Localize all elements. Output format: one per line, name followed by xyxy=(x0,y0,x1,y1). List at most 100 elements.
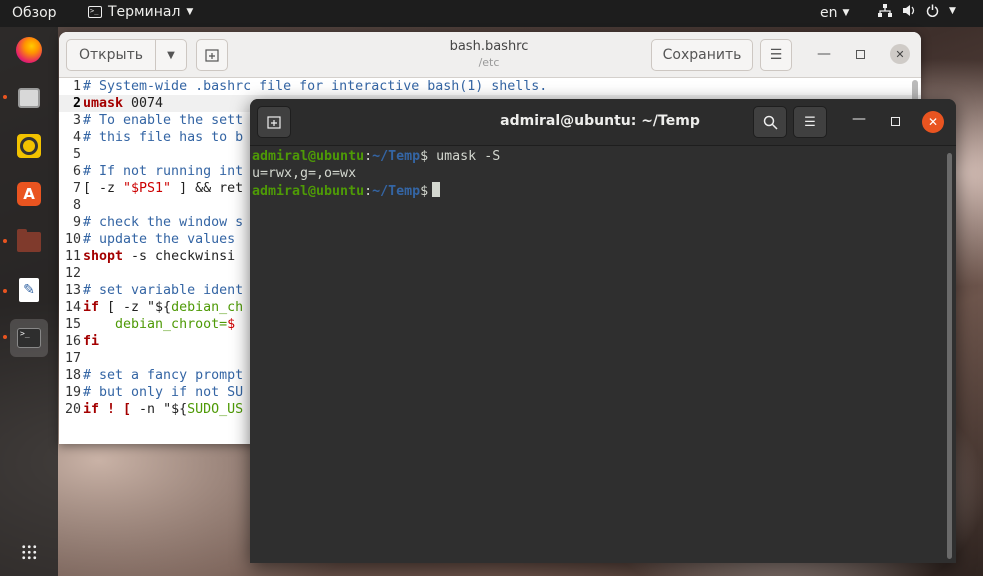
code-token: -n "${ xyxy=(131,402,188,417)
dock: A ✎ >_ xyxy=(0,27,58,576)
line-number: 9 xyxy=(72,215,81,230)
dock-firefox[interactable] xyxy=(10,31,48,69)
line-text: # To enable the sett xyxy=(81,113,243,128)
hamburger-menu-button[interactable]: ☰ xyxy=(793,106,827,138)
line-text xyxy=(81,266,83,281)
maximize-button[interactable] xyxy=(856,50,865,59)
code-token: SUDO_US xyxy=(187,402,244,417)
app-menu-label: Терминал xyxy=(108,4,181,20)
line-text: # check the window s xyxy=(81,215,243,230)
volume-icon xyxy=(903,5,915,16)
new-tab-button[interactable] xyxy=(196,39,228,71)
terminal-output[interactable]: admiral@ubuntu:~/Temp$ umask -S u=rwx,g=… xyxy=(250,146,956,563)
close-button[interactable]: ✕ xyxy=(922,111,944,133)
app-menu[interactable]: >_ Терминал ▼ xyxy=(88,4,193,20)
folder-icon xyxy=(17,229,41,252)
minimize-button[interactable]: — xyxy=(817,46,831,62)
terminal-title: admiral@ubuntu: ~/Temp xyxy=(500,113,700,129)
open-button[interactable]: Открыть xyxy=(66,39,156,71)
close-button[interactable]: ✕ xyxy=(890,44,910,64)
new-tab-button[interactable] xyxy=(257,106,291,138)
dock-folder[interactable] xyxy=(10,223,48,261)
chevron-down-icon: ▼ xyxy=(949,5,956,16)
system-menu[interactable]: ▼ xyxy=(878,4,956,17)
running-indicator xyxy=(3,335,7,339)
code-token: [ -z "${ xyxy=(99,300,172,315)
text-cursor xyxy=(432,182,441,197)
code-token: debian_ch xyxy=(171,300,244,315)
line-text: [ -z "$PS1" ] && ret xyxy=(81,181,243,196)
code-token: $ xyxy=(227,317,236,332)
language-label: en xyxy=(820,5,838,21)
chevron-down-icon: ▼ xyxy=(842,8,850,18)
prompt-path: ~/Temp xyxy=(372,149,421,164)
line-text: umask 0074 xyxy=(81,96,163,111)
file-name: bash.bashrc xyxy=(449,39,529,54)
language-indicator[interactable]: en ▼ xyxy=(820,5,849,21)
show-apps-icon xyxy=(21,544,37,560)
line-text: shopt -s checkwinsi xyxy=(81,249,235,264)
prompt-path: ~/Temp xyxy=(372,184,421,199)
dock-terminal[interactable]: >_ xyxy=(10,319,48,357)
line-text: # set variable ident xyxy=(81,283,243,298)
open-dropdown-button[interactable]: ▼ xyxy=(155,39,187,71)
code-token: if ! [ xyxy=(83,402,132,417)
line-number: 10 xyxy=(64,232,81,247)
chevron-down-icon: ▼ xyxy=(167,49,175,61)
line-number: 2 xyxy=(72,96,81,111)
software-icon: A xyxy=(17,182,41,206)
line-text xyxy=(81,198,83,213)
terminal-line: u=rwx,g=,o=wx xyxy=(252,165,356,182)
line-text: # update the values xyxy=(81,232,235,247)
line-text: # System-wide .bashrc file for interacti… xyxy=(81,79,547,94)
code-token: debian_chroot= xyxy=(83,317,228,332)
search-icon xyxy=(763,115,778,130)
line-text xyxy=(81,147,83,162)
line-text: # If not running int xyxy=(81,164,243,179)
code-token: ] && ret xyxy=(171,181,244,196)
command-output: u=rwx,g=,o=wx xyxy=(252,166,357,181)
line-text: # this file has to b xyxy=(81,130,243,145)
new-tab-icon xyxy=(267,116,281,129)
prompt-separator: : xyxy=(364,149,373,164)
dock-rhythmbox[interactable] xyxy=(10,127,48,165)
maximize-button[interactable] xyxy=(891,117,900,126)
close-icon: ✕ xyxy=(895,47,905,61)
terminal-window: admiral@ubuntu: ~/Temp ☰ — ✕ admiral@ubu… xyxy=(250,99,956,563)
show-apps-button[interactable] xyxy=(10,533,48,571)
code-token: 0074 xyxy=(123,96,164,111)
command-text: umask -S xyxy=(428,149,501,164)
firefox-icon xyxy=(16,37,42,63)
line-text: debian_chroot=$ xyxy=(81,317,235,332)
search-button[interactable] xyxy=(753,106,787,138)
new-tab-icon xyxy=(205,49,219,62)
code-line: 1 # System-wide .bashrc file for interact… xyxy=(59,78,921,95)
line-text: # set a fancy prompt xyxy=(81,368,243,383)
code-token: umask xyxy=(83,96,124,111)
menu-icon: ☰ xyxy=(769,47,783,63)
files-icon xyxy=(18,88,40,108)
code-token: # set variable ident xyxy=(83,283,244,298)
line-number: 15 xyxy=(64,317,81,332)
line-text: # but only if not SU xyxy=(81,385,243,400)
line-number: 4 xyxy=(72,130,81,145)
top-bar: Обзор >_ Терминал ▼ en ▼ ▼ xyxy=(0,0,983,27)
dock-text-editor[interactable]: ✎ xyxy=(10,271,48,309)
line-number: 1 xyxy=(72,79,81,94)
editor-header-bar: Открыть ▼ bash.bashrc /etc Сохранить ☰ —… xyxy=(59,32,921,78)
activities-button[interactable]: Обзор xyxy=(12,5,57,21)
code-token: # but only if not SU xyxy=(83,385,244,400)
prompt-user: admiral@ubuntu xyxy=(252,184,365,199)
dock-files[interactable] xyxy=(10,79,48,117)
dock-software[interactable]: A xyxy=(10,175,48,213)
minimize-button[interactable]: — xyxy=(852,111,866,127)
terminal-scrollbar[interactable] xyxy=(947,153,952,559)
hamburger-menu-button[interactable]: ☰ xyxy=(760,39,792,71)
running-indicator xyxy=(3,95,7,99)
line-text: fi xyxy=(81,334,99,349)
line-number: 6 xyxy=(72,164,81,179)
terminal-line: admiral@ubuntu:~/Temp$ xyxy=(252,182,441,199)
line-number: 16 xyxy=(64,334,81,349)
save-button[interactable]: Сохранить xyxy=(651,39,753,71)
terminal-icon: >_ xyxy=(88,6,102,18)
